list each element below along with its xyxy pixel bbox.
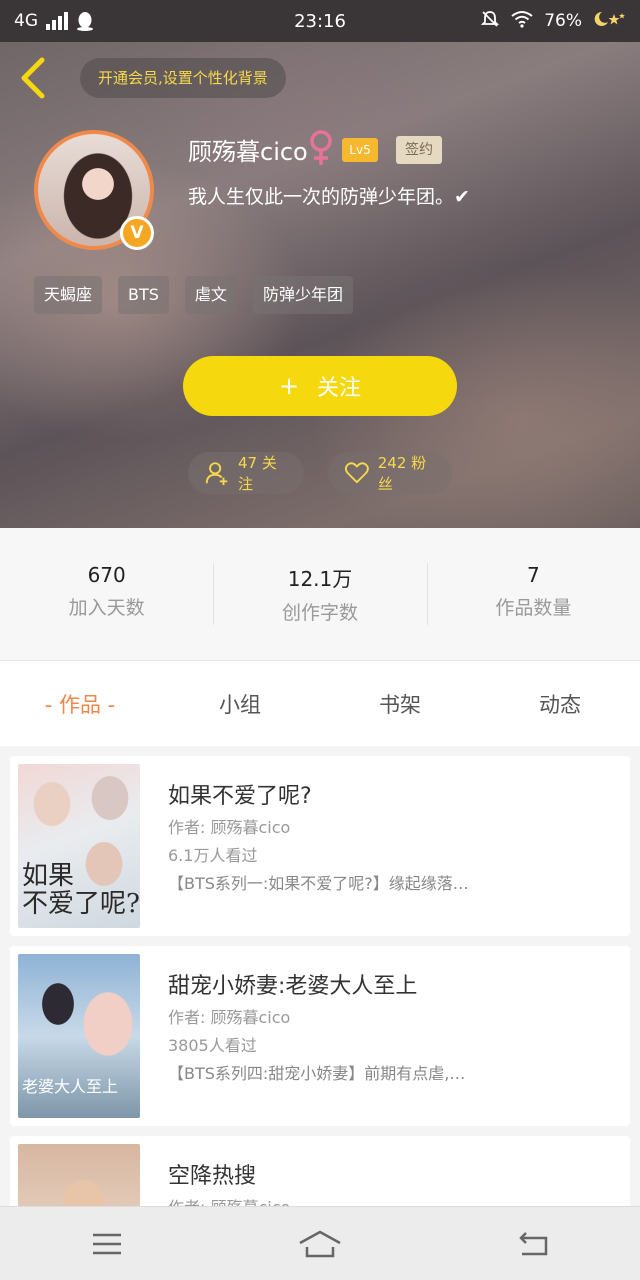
tag: BTS: [118, 276, 169, 314]
fans-button[interactable]: 242 粉丝: [328, 452, 452, 494]
return-icon: [519, 1231, 548, 1255]
fans-count: 242 粉丝: [377, 454, 427, 493]
plus-icon: +: [278, 372, 300, 400]
contract-badge: 签约: [396, 136, 442, 164]
status-bar: 4G 23:16 76%: [0, 0, 640, 42]
battery-level: 76%: [544, 11, 582, 31]
chevron-left-icon: [21, 57, 45, 99]
female-icon: [306, 128, 336, 168]
qq-icon: [76, 11, 94, 31]
menu-icon: [92, 1233, 121, 1254]
works-list: 如果 不爱了呢? 如果不爱了呢? 作者: 顾殇暮cico 6.1万人看过 【BT…: [0, 746, 640, 1206]
stats-row: 670 加入天数 12.1万 创作字数 7 作品数量: [0, 528, 640, 660]
member-background-button[interactable]: 开通会员,设置个性化背景: [80, 58, 286, 98]
follow-button[interactable]: + 关注: [183, 356, 457, 416]
work-title: 空降热搜: [168, 1164, 257, 1189]
system-nav-bar: [0, 1206, 640, 1280]
tab-groups[interactable]: 小组: [160, 689, 320, 719]
user-add-icon: [205, 462, 228, 486]
verified-badge: V: [120, 216, 154, 250]
work-cover: 老婆大人至上: [18, 954, 140, 1118]
stat-label: 加入天数: [68, 597, 145, 619]
work-author: 作者: 顾殇暮cico: [168, 818, 291, 837]
back-nav-button[interactable]: [503, 1220, 563, 1268]
tab-bookshelf[interactable]: 书架: [320, 689, 480, 719]
work-description: 【BTS系列四:甜宠小娇妻】前期有点虐,…: [168, 1064, 466, 1083]
work-cover: 如果 不爱了呢?: [18, 764, 140, 928]
mute-icon: [480, 9, 500, 34]
stat-label: 创作字数: [281, 602, 358, 624]
tag: 防弹少年团: [252, 276, 353, 314]
following-button[interactable]: 47 关注: [188, 452, 304, 494]
tab-activity[interactable]: 动态: [480, 689, 640, 719]
tab-bar: - 作品 - 小组 书架 动态: [0, 660, 640, 746]
work-cover: [18, 1144, 140, 1206]
stat-join-days: 670 加入天数: [0, 563, 213, 625]
work-title: 如果不爱了呢?: [168, 784, 312, 809]
tab-works[interactable]: - 作品 -: [0, 689, 160, 719]
following-count: 47 关注: [238, 454, 277, 493]
stat-value: 670: [87, 563, 126, 587]
menu-button[interactable]: [77, 1220, 137, 1268]
follow-label: 关注: [317, 376, 362, 401]
work-views: 6.1万人看过: [168, 846, 258, 865]
network-label: 4G: [14, 11, 38, 31]
stat-value: 7: [526, 563, 540, 587]
profile-header: 4G 23:16 76% 开通会员,设置个性化背景 V 顾殇暮cico Lv5 …: [0, 0, 640, 528]
home-icon: [299, 1230, 341, 1257]
work-author: 作者: 顾殇暮cico: [168, 1008, 291, 1027]
tag: 天蝎座: [34, 276, 103, 314]
level-badge: Lv5: [342, 138, 378, 162]
work-item[interactable]: 空降热搜 作者: 顾殇暮cico: [10, 1136, 630, 1206]
back-button[interactable]: [16, 56, 52, 100]
stat-works-count: 7 作品数量: [426, 563, 640, 625]
tag-list: 天蝎座 BTS 虐文 防弹少年团: [34, 276, 353, 314]
heart-icon: [344, 462, 369, 484]
work-author: 作者: 顾殇暮cico: [168, 1194, 290, 1206]
stat-label: 作品数量: [495, 597, 572, 619]
signal-icon: [46, 12, 68, 30]
bio: 我人生仅此一次的防弹少年团。✔: [188, 186, 470, 208]
cover-title: 老婆大人至上: [22, 1077, 119, 1097]
work-title: 甜宠小娇妻:老婆大人至上: [168, 974, 418, 999]
wifi-icon: [510, 10, 534, 33]
work-views: 3805人看过: [168, 1036, 257, 1055]
username: 顾殇暮cico: [188, 138, 308, 166]
stat-word-count: 12.1万 创作字数: [213, 563, 426, 625]
night-mode-icon: [592, 10, 626, 33]
work-item[interactable]: 老婆大人至上 甜宠小娇妻:老婆大人至上 作者: 顾殇暮cico 3805人看过 …: [10, 946, 630, 1126]
work-description: 【BTS系列一:如果不爱了呢?】缘起缘落…: [168, 874, 469, 893]
work-item[interactable]: 如果 不爱了呢? 如果不爱了呢? 作者: 顾殇暮cico 6.1万人看过 【BT…: [10, 756, 630, 936]
home-button[interactable]: [290, 1220, 350, 1268]
tag: 虐文: [184, 276, 237, 314]
cover-title: 如果 不爱了呢?: [22, 861, 140, 919]
stat-value: 12.1万: [287, 567, 353, 591]
